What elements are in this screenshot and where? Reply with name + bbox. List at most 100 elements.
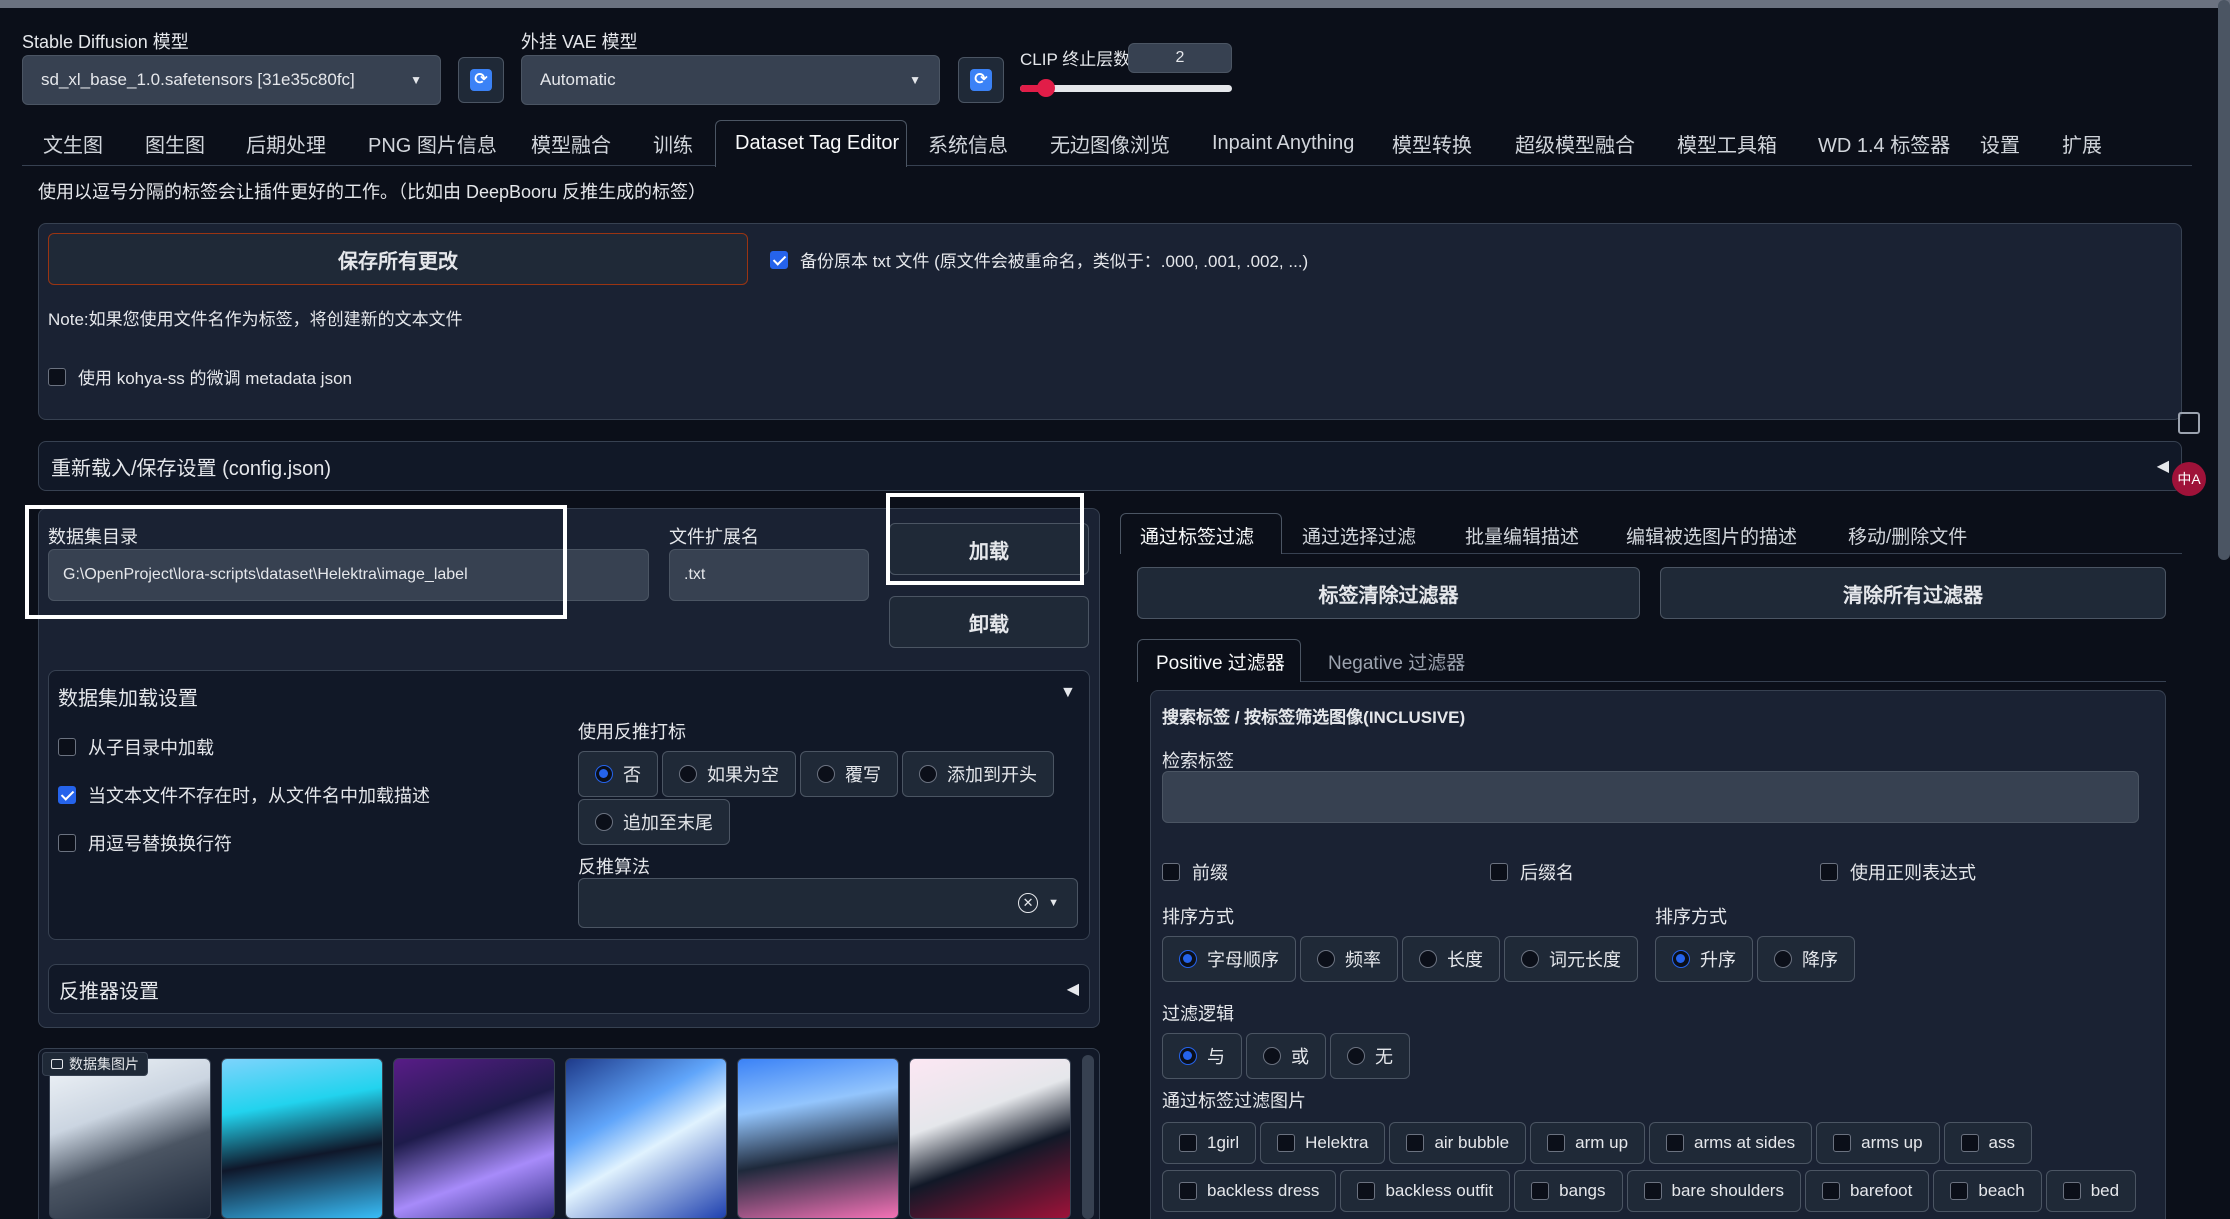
- order-option-desc[interactable]: 降序: [1757, 936, 1855, 982]
- subdir-option[interactable]: 从子目录中加载: [58, 734, 214, 760]
- tag-filter-item[interactable]: arms at sides: [1649, 1122, 1813, 1164]
- tag-checkbox[interactable]: [1406, 1134, 1425, 1152]
- tab-model-converter[interactable]: 模型转换: [1392, 120, 1472, 166]
- suffix-checkbox[interactable]: [1490, 863, 1508, 881]
- subdir-checkbox[interactable]: [58, 738, 76, 756]
- vae-dropdown[interactable]: Automatic ▼: [521, 55, 940, 105]
- sort-option-length[interactable]: 长度: [1402, 936, 1500, 982]
- gallery-thumbnail[interactable]: [49, 1058, 211, 1219]
- tab-extensions[interactable]: 扩展: [2062, 120, 2102, 166]
- from-filename-checkbox[interactable]: [58, 786, 76, 804]
- tab-train[interactable]: 训练: [653, 120, 693, 166]
- refresh-vae-button[interactable]: ⟳: [958, 57, 1004, 103]
- tag-checkbox[interactable]: [1357, 1182, 1376, 1200]
- tag-checkbox[interactable]: [2062, 1182, 2081, 1200]
- file-ext-input[interactable]: .txt: [669, 549, 869, 601]
- interrogate-option-no[interactable]: 否: [578, 751, 658, 797]
- prefix-option[interactable]: 前缀: [1162, 859, 1228, 885]
- tab-png-info[interactable]: PNG 图片信息: [368, 120, 497, 166]
- tab-txt2img[interactable]: 文生图: [43, 120, 103, 166]
- tab-move-delete-files[interactable]: 移动/删除文件: [1848, 522, 1967, 549]
- from-filename-option[interactable]: 当文本文件不存在时，从文件名中加载描述: [58, 782, 430, 808]
- tag-filter-item[interactable]: ass: [1943, 1122, 2033, 1164]
- tab-filter-by-selection[interactable]: 通过选择过滤: [1302, 522, 1416, 549]
- tag-checkbox[interactable]: [1666, 1134, 1685, 1152]
- tab-merge[interactable]: 模型融合: [531, 120, 611, 166]
- tag-filter-item[interactable]: Helektra: [1260, 1122, 1386, 1164]
- sd-model-dropdown[interactable]: sd_xl_base_1.0.safetensors [31e35c80fc] …: [22, 55, 441, 105]
- tag-filter-item[interactable]: beach: [1933, 1170, 2042, 1212]
- search-tag-input[interactable]: [1162, 771, 2139, 823]
- comma-checkbox[interactable]: [58, 834, 76, 852]
- gallery-scrollbar[interactable]: [1082, 1055, 1094, 1219]
- tag-checkbox[interactable]: [1960, 1134, 1979, 1152]
- kohya-checkbox[interactable]: [48, 367, 66, 386]
- gallery-thumbnail[interactable]: [393, 1058, 555, 1219]
- tag-checkbox[interactable]: [1821, 1182, 1840, 1200]
- gallery-thumbnail[interactable]: [909, 1058, 1071, 1219]
- sort-option-token-length[interactable]: 词元长度: [1504, 936, 1638, 982]
- logic-option-or[interactable]: 或: [1246, 1033, 1326, 1079]
- tab-infinite-browser[interactable]: 无边图像浏览: [1050, 120, 1170, 166]
- expand-arrow-icon[interactable]: ▼: [1060, 684, 1076, 702]
- order-option-asc[interactable]: 升序: [1655, 936, 1753, 982]
- tab-dataset-tag-editor[interactable]: Dataset Tag Editor: [735, 120, 899, 166]
- tab-super-merger[interactable]: 超级模型融合: [1515, 120, 1635, 166]
- logic-option-none[interactable]: 无: [1330, 1033, 1410, 1079]
- page-scrollbar[interactable]: [2218, 0, 2230, 560]
- tag-filter-item[interactable]: bed: [2045, 1170, 2137, 1212]
- tag-filter-item[interactable]: arms up: [1816, 1122, 1940, 1164]
- tag-checkbox[interactable]: [1531, 1182, 1550, 1200]
- interrogate-option-append[interactable]: 追加至末尾: [578, 799, 730, 845]
- interrogate-option-prepend[interactable]: 添加到开头: [902, 751, 1054, 797]
- kohya-option[interactable]: 使用 kohya-ss 的微调 metadata json: [48, 364, 352, 389]
- tag-filter-item[interactable]: backless outfit: [1340, 1170, 1511, 1212]
- clip-number-input[interactable]: 2: [1128, 43, 1232, 73]
- tab-model-toolkit[interactable]: 模型工具箱: [1677, 120, 1777, 166]
- tag-checkbox[interactable]: [1179, 1182, 1197, 1200]
- tag-checkbox[interactable]: [1179, 1134, 1197, 1152]
- tag-filter-item[interactable]: backless dress: [1162, 1170, 1337, 1212]
- comma-option[interactable]: 用逗号替换换行符: [58, 830, 232, 856]
- tag-checkbox[interactable]: [1833, 1134, 1852, 1152]
- gallery-thumbnail[interactable]: [737, 1058, 899, 1219]
- interrogator-accordion[interactable]: 反推器设置 ◀: [48, 964, 1090, 1014]
- tag-filter-item[interactable]: bare shoulders: [1626, 1170, 1801, 1212]
- backup-checkbox[interactable]: [770, 250, 788, 269]
- translate-icon[interactable]: 中A: [2172, 462, 2206, 496]
- tag-filter-item[interactable]: bangs: [1514, 1170, 1623, 1212]
- clear-tag-filter-button[interactable]: 标签清除过滤器: [1137, 567, 1640, 619]
- gallery-thumbnail[interactable]: [565, 1058, 727, 1219]
- tag-filter-item[interactable]: barefoot: [1804, 1170, 1930, 1212]
- logic-option-and[interactable]: 与: [1162, 1033, 1242, 1079]
- refresh-sd-model-button[interactable]: ⟳: [458, 57, 504, 103]
- interrogate-option-overwrite[interactable]: 覆写: [800, 751, 898, 797]
- tag-filter-item[interactable]: 1girl: [1162, 1122, 1257, 1164]
- tab-system-info[interactable]: 系统信息: [928, 120, 1008, 166]
- sort-option-frequency[interactable]: 频率: [1300, 936, 1398, 982]
- backup-option[interactable]: 备份原本 txt 文件 (原文件会被重命名，类似于：.000, .001, .0…: [770, 247, 1308, 272]
- tag-filter-item[interactable]: air bubble: [1389, 1122, 1527, 1164]
- tab-settings[interactable]: 设置: [1980, 120, 2020, 166]
- tab-extras[interactable]: 后期处理: [246, 120, 326, 166]
- algo-dropdown[interactable]: ✕ ▼: [578, 878, 1078, 928]
- clip-slider-handle[interactable]: [1037, 79, 1055, 97]
- tag-filter-item[interactable]: arm up: [1530, 1122, 1646, 1164]
- tag-checkbox[interactable]: [1643, 1182, 1662, 1200]
- clear-all-filters-button[interactable]: 清除所有过滤器: [1660, 567, 2166, 619]
- regex-checkbox[interactable]: [1820, 863, 1838, 881]
- save-all-changes-button[interactable]: 保存所有更改: [48, 233, 748, 285]
- config-accordion[interactable]: 重新载入/保存设置 (config.json) ◀: [38, 441, 2182, 491]
- sort-option-alpha[interactable]: 字母顺序: [1162, 936, 1296, 982]
- tab-negative-filter[interactable]: Negative 过滤器: [1328, 648, 1465, 675]
- tab-inpaint-anything[interactable]: Inpaint Anything: [1212, 120, 1354, 166]
- tag-checkbox[interactable]: [1950, 1182, 1969, 1200]
- qr-code-icon[interactable]: [2178, 412, 2200, 434]
- clear-icon[interactable]: ✕: [1018, 893, 1039, 913]
- tab-img2img[interactable]: 图生图: [145, 120, 205, 166]
- regex-option[interactable]: 使用正则表达式: [1820, 859, 1976, 885]
- interrogate-option-if-empty[interactable]: 如果为空: [662, 751, 796, 797]
- tab-filter-by-tags[interactable]: 通过标签过滤: [1140, 522, 1254, 549]
- suffix-option[interactable]: 后缀名: [1490, 859, 1574, 885]
- tab-wd14-tagger[interactable]: WD 1.4 标签器: [1818, 120, 1950, 166]
